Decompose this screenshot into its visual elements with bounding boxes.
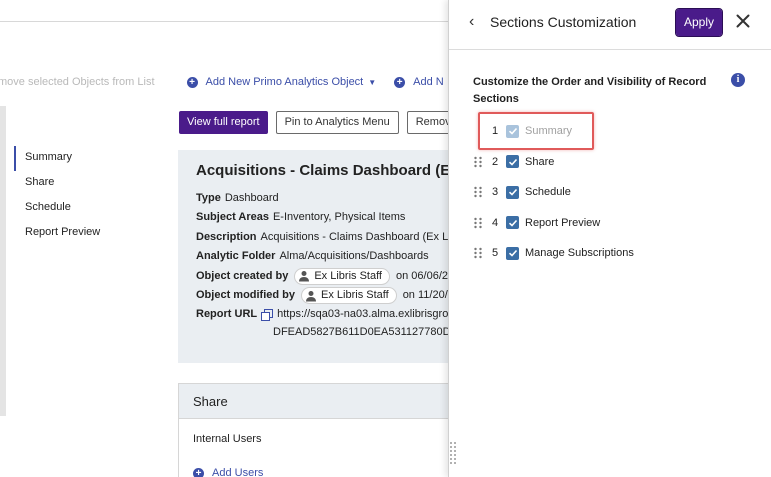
pin-to-analytics-menu-button[interactable]: Pin to Analytics Menu: [275, 111, 399, 134]
section-item[interactable]: 4 Report Preview: [473, 208, 733, 239]
left-scroll-edge: [0, 106, 6, 416]
share-card: Share Internal Users + Add Users: [178, 383, 468, 477]
section-item[interactable]: 5 Manage Subscriptions: [473, 238, 733, 269]
apply-button[interactable]: Apply: [675, 8, 723, 37]
modified-on: on 11/20/2: [402, 289, 454, 302]
plus-icon: +: [186, 76, 198, 88]
type-value: Dashboard: [224, 192, 279, 204]
add-users-button[interactable]: + Add Users: [179, 445, 467, 477]
add-new-label: Add N: [413, 76, 444, 88]
share-section-title: Share: [179, 384, 467, 419]
drag-handle-icon[interactable]: [473, 186, 483, 198]
section-checkbox[interactable]: [506, 216, 519, 230]
internal-users-label: Internal Users: [193, 433, 262, 445]
analytic-folder-value: Alma/Acquisitions/Dashboards: [279, 250, 429, 263]
report-url-row: Report URL https://sqa03-na03.alma.exlib…: [196, 305, 468, 324]
section-label: Manage Subscriptions: [525, 247, 634, 260]
analytic-folder-label: Analytic Folder: [196, 250, 276, 263]
subject-areas-value: E-Inventory, Physical Items: [272, 211, 406, 224]
check-icon: [508, 189, 517, 196]
section-number: 5: [492, 247, 499, 260]
top-bar: [0, 0, 460, 22]
add-primo-analytics-object-button[interactable]: + Add New Primo Analytics Object ▼: [186, 76, 377, 88]
modified-by-chip[interactable]: Ex Libris Staff: [301, 287, 397, 305]
type-row: Type Dashboard: [196, 189, 468, 208]
section-item[interactable]: 3 Schedule: [473, 177, 733, 208]
plus-icon: +: [394, 76, 406, 88]
copy-icon[interactable]: [261, 309, 274, 322]
modified-by-row: Object modified by Ex Libris Staff on 11…: [196, 286, 468, 305]
list-toolbar: move selected Objects from List + Add Ne…: [0, 68, 460, 96]
info-icon[interactable]: i: [731, 73, 745, 87]
section-checkbox[interactable]: [506, 246, 519, 260]
section-number: 2: [492, 155, 499, 168]
created-by-chip[interactable]: Ex Libris Staff: [294, 267, 390, 285]
created-by-name: Ex Libris Staff: [314, 269, 382, 282]
panel-heading: Customize the Order and Visibility of Re…: [473, 76, 707, 105]
subject-areas-row: Subject Areas E-Inventory, Physical Item…: [196, 208, 468, 227]
created-by-row: Object created by Ex Libris Staff on 06/…: [196, 267, 468, 286]
action-row: View full report Pin to Analytics Menu R…: [179, 111, 478, 134]
created-by-label: Object created by: [196, 269, 289, 282]
section-label: Schedule: [525, 186, 571, 199]
view-full-report-button[interactable]: View full report: [179, 111, 268, 134]
remove-selected-objects-button[interactable]: move selected Objects from List: [0, 76, 155, 88]
report-url-continuation: DFEAD5827B611D0EA531127780D: [273, 325, 451, 338]
type-label: Type: [196, 192, 221, 204]
plus-icon: +: [193, 467, 204, 477]
section-item[interactable]: 2 Share: [473, 147, 733, 178]
caret-down-icon: ▼: [368, 77, 377, 87]
report-url-value[interactable]: https://sqa03-na03.alma.exlibrisgro: [277, 305, 448, 324]
summary-card: Acquisitions - Claims Dashboard (Ex Libr…: [178, 150, 468, 363]
add-primo-label: Add New Primo Analytics Object: [205, 76, 364, 88]
section-checkbox[interactable]: [506, 155, 519, 169]
person-icon: [299, 271, 310, 282]
person-icon: [306, 290, 317, 302]
nav-item-share[interactable]: Share: [14, 171, 164, 196]
chevron-left-icon[interactable]: ‹: [469, 14, 483, 30]
section-label: Report Preview: [525, 216, 601, 229]
analytic-folder-row: Analytic Folder Alma/Acquisitions/Dashbo…: [196, 247, 468, 266]
sections-customization-panel: ‹ Sections Customization Apply Customize…: [448, 0, 771, 477]
check-icon: [508, 158, 517, 166]
description-label: Description: [196, 230, 257, 243]
section-number: 4: [492, 216, 499, 229]
modified-by-label: Object modified by: [196, 289, 296, 302]
drag-handle-icon[interactable]: [473, 247, 483, 259]
panel-resize-handle-icon[interactable]: [449, 441, 457, 467]
section-number: 3: [492, 186, 499, 199]
nav-item-schedule[interactable]: Schedule: [14, 196, 164, 221]
nav-item-report-preview[interactable]: Report Preview: [14, 221, 164, 246]
add-new-object-button[interactable]: + Add N: [394, 76, 444, 88]
drag-handle-icon[interactable]: [473, 217, 483, 229]
panel-header: ‹ Sections Customization Apply: [449, 0, 771, 50]
modified-by-name: Ex Libris Staff: [321, 289, 389, 302]
nav-item-summary[interactable]: Summary: [14, 146, 164, 171]
panel-title: Sections Customization: [490, 14, 637, 30]
subject-areas-label: Subject Areas: [196, 211, 269, 224]
section-checkbox[interactable]: [506, 185, 519, 199]
add-users-label: Add Users: [212, 467, 264, 477]
drag-handle-icon[interactable]: [473, 156, 483, 168]
description-row: Description Acquisitions - Claims Dashbo…: [196, 228, 468, 247]
section-nav: Summary Share Schedule Report Preview: [14, 146, 164, 246]
check-icon: [508, 250, 517, 257]
summary-highlight-box: [478, 112, 594, 150]
section-label: Share: [525, 155, 555, 168]
close-icon[interactable]: [736, 14, 750, 28]
description-value: Acquisitions - Claims Dashboard (Ex Libr: [260, 230, 461, 243]
created-on: on 06/06/20: [396, 269, 455, 282]
report-title: Acquisitions - Claims Dashboard (Ex Libr: [196, 162, 468, 179]
report-url-label: Report URL: [196, 308, 258, 321]
check-icon: [508, 219, 517, 227]
